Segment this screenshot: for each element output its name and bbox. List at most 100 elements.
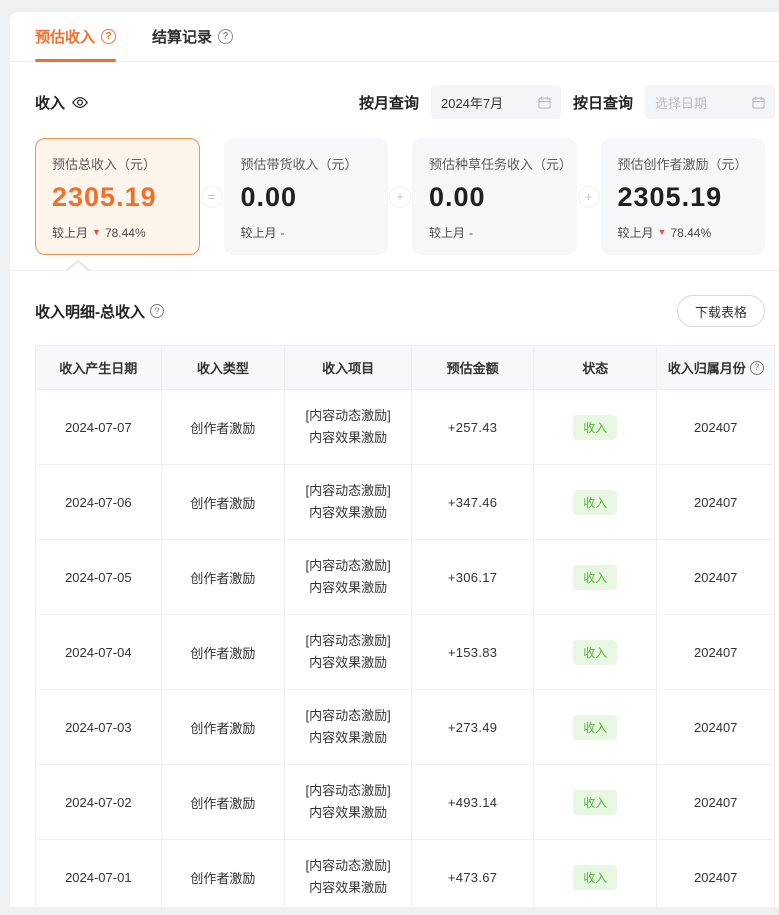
estimated-amount-cell: +153.83 — [412, 615, 534, 690]
change-value: - — [469, 226, 473, 240]
header-income-project: 收入项目 — [285, 346, 412, 390]
income-heading-label: 收入 — [35, 92, 65, 113]
status-badge: 收入 — [573, 490, 617, 515]
income-type-cell: 创作者激励 — [161, 465, 284, 540]
month-query-label: 按月查询 — [359, 92, 419, 113]
summary-cards: 预估总收入（元） 2305.19 较上月 ▼ 78.44% = 预估带货收入（元… — [35, 138, 765, 255]
header-estimated-amount: 预估金额 — [412, 346, 534, 390]
card-label: 预估总收入（元） — [52, 154, 183, 173]
estimated-amount-cell: +306.17 — [412, 540, 534, 615]
status-badge: 收入 — [573, 640, 617, 665]
day-picker-input[interactable]: 选择日期 — [645, 85, 775, 119]
question-circle-icon[interactable]: ? — [218, 29, 233, 44]
income-date-cell: 2024-07-01 — [36, 840, 162, 915]
table-row: 2024-07-07 创作者激励 [内容动态激励]内容效果激励 +257.43 … — [36, 390, 775, 465]
detail-section-header: 收入明细-总收入 ? 下载表格 — [35, 295, 765, 327]
income-type-cell: 创作者激励 — [161, 615, 284, 690]
income-date-cell: 2024-07-07 — [36, 390, 162, 465]
down-triangle-icon: ▼ — [92, 228, 101, 237]
eye-icon[interactable] — [71, 96, 89, 109]
detail-title: 收入明细-总收入 ? — [35, 301, 164, 322]
table-row: 2024-07-01 创作者激励 [内容动态激励]内容效果激励 +473.67 … — [36, 840, 775, 915]
card-total-income[interactable]: 预估总收入（元） 2305.19 较上月 ▼ 78.44% — [35, 138, 200, 255]
month-picker-input[interactable]: 2024年7月 — [431, 85, 561, 119]
card-label: 预估种草任务收入（元） — [429, 154, 560, 173]
income-type-cell: 创作者激励 — [161, 390, 284, 465]
question-circle-icon[interactable]: ? — [101, 29, 116, 44]
tab-settlement-records[interactable]: 结算记录 ? — [152, 12, 233, 61]
income-project-cell: [内容动态激励]内容效果激励 — [285, 540, 412, 615]
card-comparison: 较上月 ▼ - — [429, 224, 560, 241]
calendar-icon — [538, 96, 551, 109]
income-date-cell: 2024-07-02 — [36, 765, 162, 840]
attribution-month-cell: 202407 — [657, 465, 775, 540]
tab-estimated-income[interactable]: 预估收入 ? — [35, 12, 116, 61]
income-project-cell: [内容动态激励]内容效果激励 — [285, 690, 412, 765]
compare-label: 较上月 — [52, 224, 88, 241]
download-table-button[interactable]: 下载表格 — [677, 295, 765, 327]
income-project-cell: [内容动态激励]内容效果激励 — [285, 615, 412, 690]
income-date-cell: 2024-07-03 — [36, 690, 162, 765]
income-project-cell: [内容动态激励]内容效果激励 — [285, 465, 412, 540]
attribution-month-cell: 202407 — [657, 540, 775, 615]
card-comparison: 较上月 ▼ - — [241, 224, 372, 241]
income-detail-table: 收入产生日期 收入类型 收入项目 预估金额 状态 收入归属月份 ? 2024-0… — [35, 345, 775, 915]
compare-label: 较上月 — [241, 224, 277, 241]
income-type-cell: 创作者激励 — [161, 840, 284, 915]
estimated-amount-cell: +473.67 — [412, 840, 534, 915]
attribution-month-cell: 202407 — [657, 765, 775, 840]
estimated-amount-cell: +257.43 — [412, 390, 534, 465]
table-row: 2024-07-05 创作者激励 [内容动态激励]内容效果激励 +306.17 … — [36, 540, 775, 615]
plus-symbol: + — [388, 138, 412, 255]
header-income-type: 收入类型 — [161, 346, 284, 390]
estimated-amount-cell: +273.49 — [412, 690, 534, 765]
toolbar: 收入 按月查询 2024年7月 按日查询 选择日期 — [35, 84, 775, 120]
card-value: 0.00 — [241, 182, 372, 213]
income-type-cell: 创作者激励 — [161, 690, 284, 765]
income-project-cell: [内容动态激励]内容效果激励 — [285, 840, 412, 915]
question-circle-icon[interactable]: ? — [150, 304, 164, 318]
card-value: 2305.19 — [618, 182, 749, 213]
day-picker-placeholder: 选择日期 — [655, 93, 707, 112]
compare-label: 较上月 — [429, 224, 465, 241]
table-row: 2024-07-04 创作者激励 [内容动态激励]内容效果激励 +153.83 … — [36, 615, 775, 690]
change-value: 78.44% — [670, 226, 711, 240]
card-comparison: 较上月 ▼ 78.44% — [618, 224, 749, 241]
plus-symbol: + — [577, 138, 601, 255]
card-value: 0.00 — [429, 182, 560, 213]
change-value: - — [281, 226, 285, 240]
tab-label: 结算记录 — [152, 26, 212, 47]
card-commerce-income[interactable]: 预估带货收入（元） 0.00 较上月 ▼ - — [224, 138, 389, 255]
income-project-cell: [内容动态激励]内容效果激励 — [285, 390, 412, 465]
query-controls: 按月查询 2024年7月 按日查询 选择日期 — [359, 85, 775, 119]
table-row: 2024-07-02 创作者激励 [内容动态激励]内容效果激励 +493.14 … — [36, 765, 775, 840]
attribution-month-cell: 202407 — [657, 615, 775, 690]
income-heading: 收入 — [35, 92, 89, 113]
calendar-icon — [752, 96, 765, 109]
status-cell: 收入 — [534, 540, 657, 615]
income-type-cell: 创作者激励 — [161, 765, 284, 840]
status-badge: 收入 — [573, 715, 617, 740]
content-panel: 预估收入 ? 结算记录 ? 收入 按月查询 2024年7月 按日查询 — [10, 12, 779, 907]
equals-symbol: = — [200, 138, 224, 255]
status-badge: 收入 — [573, 565, 617, 590]
down-triangle-icon: ▼ — [658, 228, 667, 237]
status-cell: 收入 — [534, 690, 657, 765]
status-cell: 收入 — [534, 390, 657, 465]
status-cell: 收入 — [534, 465, 657, 540]
table-row: 2024-07-06 创作者激励 [内容动态激励]内容效果激励 +347.46 … — [36, 465, 775, 540]
header-income-date: 收入产生日期 — [36, 346, 162, 390]
status-badge: 收入 — [573, 415, 617, 440]
card-seeding-task-income[interactable]: 预估种草任务收入（元） 0.00 较上月 ▼ - — [412, 138, 577, 255]
attribution-month-cell: 202407 — [657, 390, 775, 465]
status-cell: 收入 — [534, 615, 657, 690]
day-query-label: 按日查询 — [573, 92, 633, 113]
income-date-cell: 2024-07-05 — [36, 540, 162, 615]
attribution-month-cell: 202407 — [657, 840, 775, 915]
question-circle-icon[interactable]: ? — [750, 361, 764, 375]
status-badge: 收入 — [573, 865, 617, 890]
tab-bar: 预估收入 ? 结算记录 ? — [10, 12, 779, 62]
status-cell: 收入 — [534, 765, 657, 840]
card-creator-incentive[interactable]: 预估创作者激励（元） 2305.19 较上月 ▼ 78.44% — [601, 138, 766, 255]
income-type-cell: 创作者激励 — [161, 540, 284, 615]
